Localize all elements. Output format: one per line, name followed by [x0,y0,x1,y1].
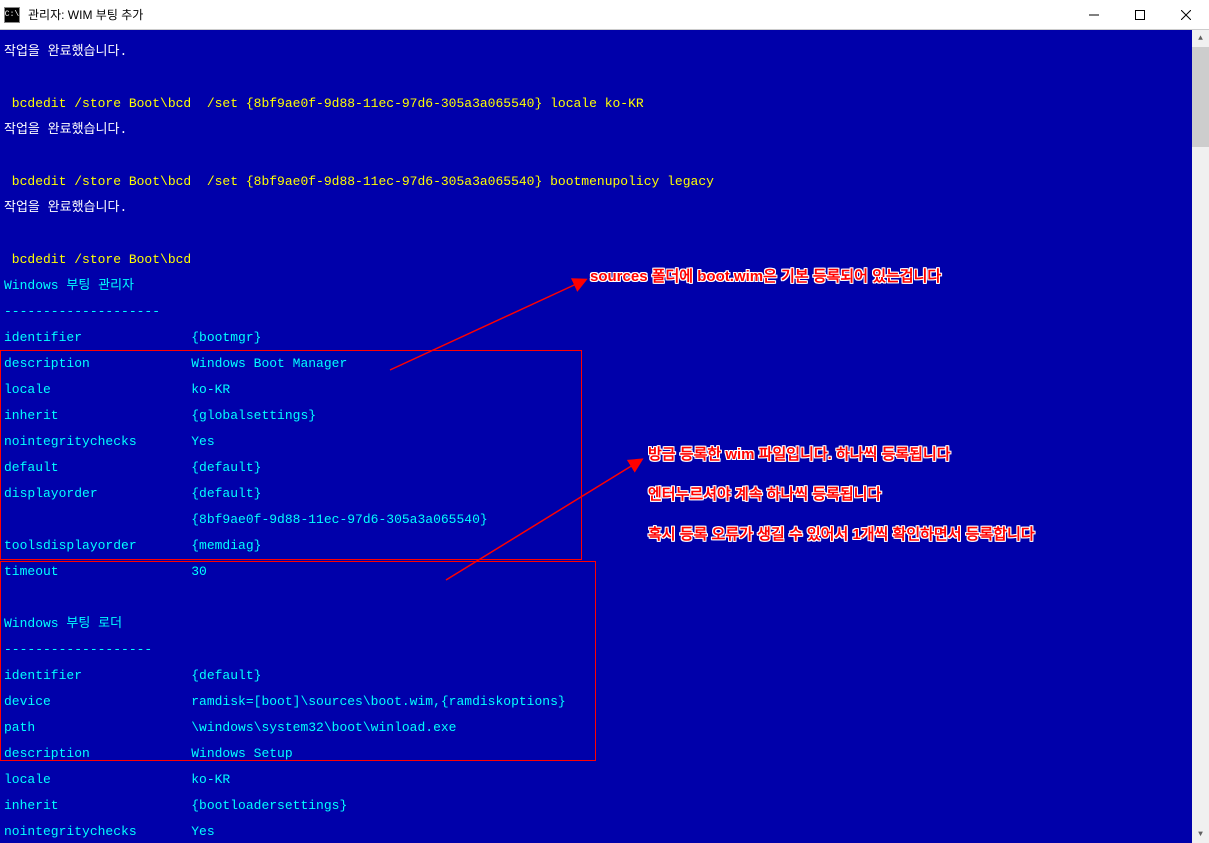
output-line: 작업을 완료했습니다. [4,44,127,59]
console-output[interactable]: 작업을 완료했습니다. bcdedit /store Boot\bcd /set… [0,30,1192,843]
minimize-button[interactable] [1071,0,1117,30]
output-line: locale ko-KR [4,772,230,787]
output-line: description Windows Setup [4,746,293,761]
output-line: displayorder {default} [4,486,261,501]
output-line: 작업을 완료했습니다. [4,122,127,137]
annotation-2: 방금 등록한 wim 파일입니다. 하나씩 등록됩니다 [648,448,951,461]
output-line: bcdedit /store Boot\bcd /set {8bf9ae0f-9… [4,96,644,111]
output-line: 작업을 완료했습니다. [4,200,127,215]
output-line: inherit {bootloadersettings} [4,798,347,813]
cmd-icon: C:\ [4,7,20,23]
output-line: timeout 30 [4,564,207,579]
output-line: {8bf9ae0f-9d88-11ec-97d6-305a3a065540} [4,512,488,527]
output-line: bcdedit /store Boot\bcd /set {8bf9ae0f-9… [4,174,714,189]
output-line: bcdedit /store Boot\bcd [4,252,191,267]
vertical-scrollbar[interactable]: ▲ ▼ [1192,30,1209,843]
output-line: path \windows\system32\boot\winload.exe [4,720,456,735]
window-titlebar: C:\ 관리자: WIM 부팅 추가 [0,0,1209,30]
output-line: device ramdisk=[boot]\sources\boot.wim,{… [4,694,566,709]
scroll-up-button[interactable]: ▲ [1192,30,1209,47]
output-line: identifier {bootmgr} [4,330,261,345]
output-line: default {default} [4,460,261,475]
output-line: inherit {globalsettings} [4,408,316,423]
maximize-button[interactable] [1117,0,1163,30]
annotation-3: 엔터누르셔야 계속 하나씩 등록됩니다 [648,488,881,501]
output-line: Windows 부팅 로더 [4,616,122,631]
output-line: description Windows Boot Manager [4,356,347,371]
annotation-4: 혹시 등록 오류가 생길 수 있어서 1개씩 확인하면서 등록합니다 [648,528,1035,541]
output-line: locale ko-KR [4,382,230,397]
close-button[interactable] [1163,0,1209,30]
output-line: nointegritychecks Yes [4,824,215,839]
console-viewport: 작업을 완료했습니다. bcdedit /store Boot\bcd /set… [0,30,1209,843]
output-line: Windows 부팅 관리자 [4,278,134,293]
output-line: identifier {default} [4,668,261,683]
scroll-down-button[interactable]: ▼ [1192,826,1209,843]
output-line: nointegritychecks Yes [4,434,215,449]
output-line: toolsdisplayorder {memdiag} [4,538,261,553]
output-line: -------------------- [4,304,160,319]
arrow-1 [380,275,590,375]
window-controls [1071,0,1209,30]
output-line: ------------------- [4,642,152,657]
scroll-thumb[interactable] [1192,47,1209,147]
annotation-1: sources 폴더에 boot.wim은 기본 등록되어 있는겁니다 [590,270,941,283]
window-title: 관리자: WIM 부팅 추가 [28,6,143,23]
